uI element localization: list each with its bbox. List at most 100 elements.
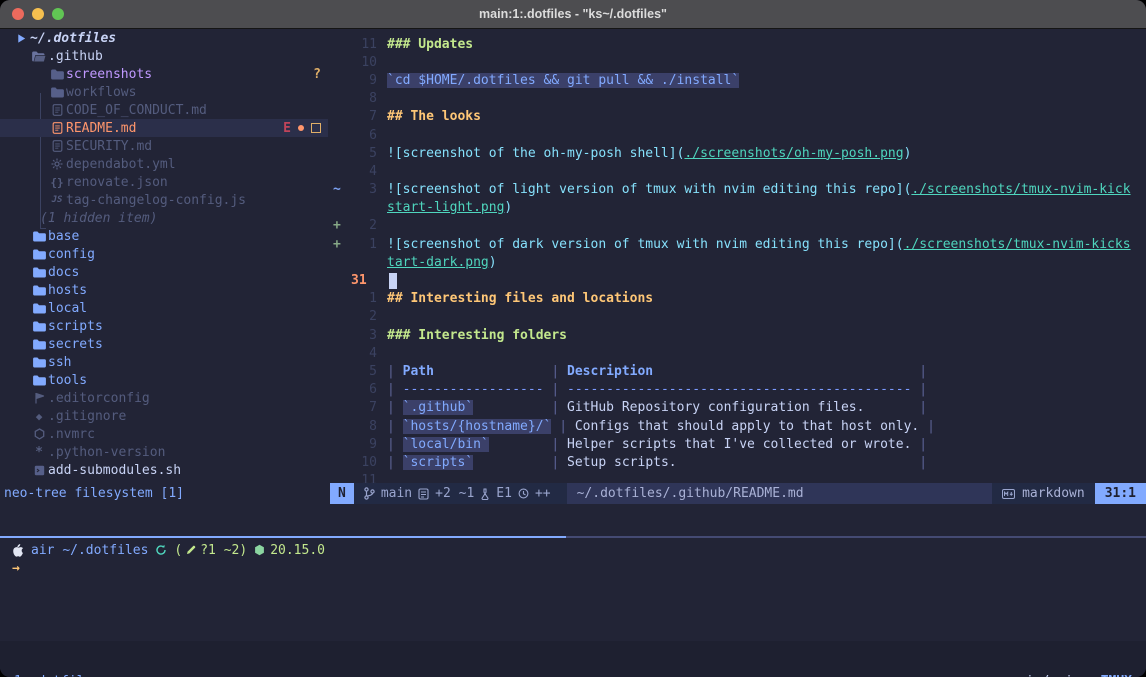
folder-icon (30, 267, 48, 278)
editor-line[interactable]: 2 (330, 308, 1146, 326)
statusline-filetype-section: markdown (992, 486, 1095, 501)
tree-item-label: tools (48, 373, 87, 388)
tree-item-badges: ? (313, 65, 321, 83)
editor-line[interactable]: tart-dark.png) (330, 253, 1146, 271)
tree-item-.python-version[interactable]: *.python-version (0, 443, 328, 461)
close-button[interactable] (12, 8, 24, 20)
editor-line[interactable]: 11### Updates (330, 35, 1146, 53)
tree-item-config[interactable]: config (0, 245, 328, 263)
js-icon: JS (48, 195, 66, 205)
tree-item-.editorconfig[interactable]: .editorconfig (0, 389, 328, 407)
editor-line[interactable]: 6 (330, 126, 1146, 144)
tree-item-code-of-conduct.md[interactable]: CODE_OF_CONDUCT.md (0, 101, 328, 119)
editor-line[interactable]: +1![screenshot of dark version of tmux w… (330, 235, 1146, 253)
flask-icon (480, 488, 490, 500)
tree-item-.github[interactable]: .github (0, 47, 328, 65)
editor-line[interactable]: 8| `hosts/{hostname}/` | Configs that sh… (330, 417, 1146, 435)
editor-line[interactable]: 5| Path | Description | (330, 362, 1146, 380)
cmdline-area (0, 504, 1146, 536)
tree-item-tag-changelog-config.js[interactable]: JStag-changelog-config.js (0, 191, 328, 209)
tree-item-label: README.md (66, 121, 136, 136)
tree-item-docs[interactable]: docs (0, 263, 328, 281)
editor-buffer[interactable]: 11### Updates 109`cd $HOME/.dotfiles && g… (330, 29, 1146, 489)
tree-item-label: CODE_OF_CONDUCT.md (66, 103, 207, 118)
line-number: 10 (349, 55, 387, 70)
editor-line[interactable]: 4 (330, 344, 1146, 362)
statusline-extra: ++ (535, 486, 551, 501)
tree-item-base[interactable]: base (0, 227, 328, 245)
editor-line[interactable]: 31 (330, 271, 1146, 289)
tree-item-label: config (48, 247, 95, 262)
tree-item-label: ~/.dotfiles (30, 31, 116, 46)
shell-pane[interactable]: air ~/.dotfiles (?1 ~2) 20.15.0 → (0, 538, 1146, 644)
editor-line[interactable]: 9`cd $HOME/.dotfiles && git pull && ./in… (330, 71, 1146, 89)
tree-item-workflows[interactable]: workflows (0, 83, 328, 101)
tree-item-renovate.json[interactable]: {}renovate.json (0, 173, 328, 191)
editor-line[interactable]: 7## The looks (330, 108, 1146, 126)
neo-tree-sidebar[interactable]: ~/.dotfiles.githubscreenshots?workflows C… (0, 29, 328, 483)
line-number: 1 (349, 291, 387, 306)
hex-icon (30, 428, 48, 440)
terminal-window: main:1:.dotfiles - "ks~/.dotfiles" ~/.do… (0, 0, 1146, 677)
tree-item-.gitignore[interactable]: ◆.gitignore (0, 407, 328, 425)
editor-line[interactable]: 7| `.github` | GitHub Repository configu… (330, 399, 1146, 417)
file-icon (48, 104, 66, 116)
editor-line[interactable]: 1## Interesting files and locations (330, 290, 1146, 308)
editor-line-text: | Path | Description | (387, 364, 927, 379)
tree-item-label: local (48, 301, 87, 316)
editor-line[interactable]: start-light.png) (330, 199, 1146, 217)
tree-item--.dotfiles[interactable]: ~/.dotfiles (0, 29, 328, 47)
tree-item-label: add-submodules.sh (48, 463, 181, 478)
tree-item-.nvmrc[interactable]: .nvmrc (0, 425, 328, 443)
folder-icon (30, 375, 48, 386)
editor-line[interactable]: 8 (330, 90, 1146, 108)
gitsign-change: ~ (330, 182, 349, 197)
tree-item-label: dependabot.yml (66, 157, 176, 172)
editor-line-text (389, 273, 397, 289)
editor-line-text: start-light.png) (387, 200, 512, 215)
editor-line[interactable]: 6| ------------------ | ----------------… (330, 381, 1146, 399)
tree-item-ssh[interactable]: ssh (0, 353, 328, 371)
prompt-arrow: → (0, 559, 1146, 577)
tree-item-label: tag-changelog-config.js (66, 193, 246, 208)
editor-line[interactable]: 10| `scripts` | Setup scripts. | (330, 453, 1146, 471)
tree-item-label: .editorconfig (48, 391, 150, 406)
diagnostics-count: E1 (496, 486, 512, 501)
editor-line[interactable]: 9| `local/bin` | Helper scripts that I'v… (330, 435, 1146, 453)
untracked-badge: ? (313, 67, 321, 82)
tree-item-security.md[interactable]: SECURITY.md (0, 137, 328, 155)
tree-item-readme.md[interactable]: README.mdE (0, 119, 328, 137)
tree-item-dependabot.yml[interactable]: dependabot.yml (0, 155, 328, 173)
tree-item-label: (1 hidden item) (40, 211, 157, 226)
cursor-position: 31:1 (1095, 483, 1146, 504)
tree-item-screenshots[interactable]: screenshots? (0, 65, 328, 83)
tree-item-scripts[interactable]: scripts (0, 317, 328, 335)
minimize-button[interactable] (32, 8, 44, 20)
zoom-button[interactable] (52, 8, 64, 20)
editor-line[interactable]: 10 (330, 53, 1146, 71)
diamond-icon: ◆ (30, 410, 48, 423)
file-icon (48, 122, 66, 134)
branch-name: main (381, 486, 412, 501)
editor-line[interactable]: +2 (330, 217, 1146, 235)
folder-open-icon (30, 51, 48, 62)
tree-item--1-hidden-item-[interactable]: (1 hidden item) (0, 209, 328, 227)
editor-line[interactable]: 5![screenshot of the oh-my-posh shell](.… (330, 144, 1146, 162)
traffic-lights (12, 0, 64, 28)
tree-item-local[interactable]: local (0, 299, 328, 317)
tree-item-secrets[interactable]: secrets (0, 335, 328, 353)
line-number: 8 (349, 91, 387, 106)
titlebar: main:1:.dotfiles - "ks~/.dotfiles" (0, 0, 1146, 29)
tree-item-hosts[interactable]: hosts (0, 281, 328, 299)
tmux-window-tab[interactable]: 1:.dotfiles (0, 674, 100, 677)
markdown-icon (1002, 489, 1015, 499)
editor-line[interactable]: ~3![screenshot of light version of tmux … (330, 181, 1146, 199)
editor-line[interactable]: 3### Interesting folders (330, 326, 1146, 344)
tree-item-label: .python-version (48, 445, 165, 460)
tree-item-add-submodules.sh[interactable]: add-submodules.sh (0, 461, 328, 479)
editor-line-text: ## The looks (387, 109, 481, 124)
statusline-git-section: main +2 ~1 E1 ++ (354, 486, 561, 501)
tree-item-tools[interactable]: tools (0, 371, 328, 389)
editor-line-text: ### Updates (387, 37, 473, 52)
editor-line[interactable]: 4 (330, 162, 1146, 180)
